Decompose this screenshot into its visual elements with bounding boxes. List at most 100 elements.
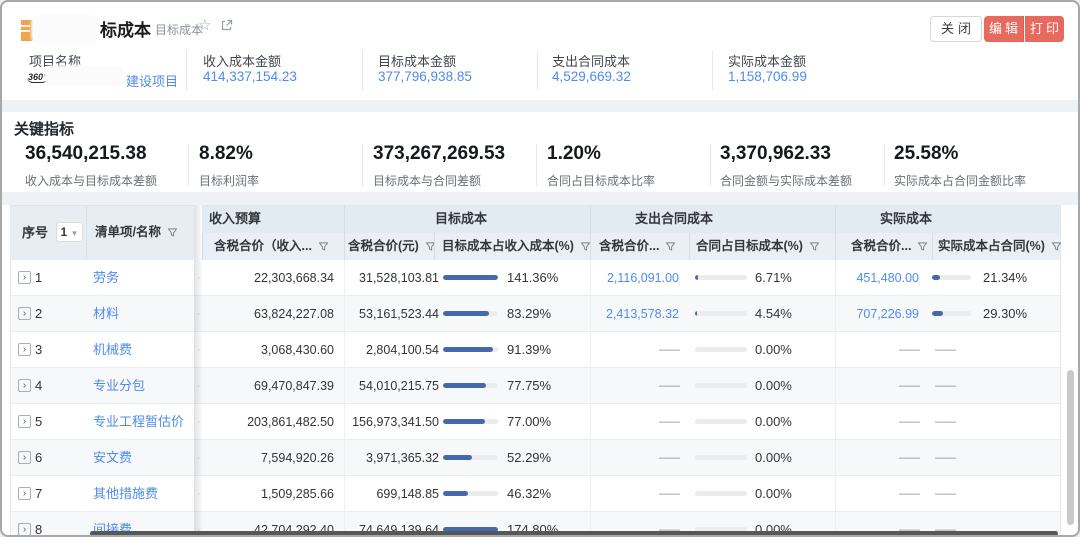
actual-cell[interactable]: —— [832,368,919,404]
col-header-actual-pct[interactable]: 实际成本占合同(%) [938,233,1062,260]
contract-cell[interactable]: —— [592,476,679,512]
row-seq: 3 [35,332,42,368]
target-cell: 699,148.85 [342,476,439,512]
stat-value: 4,529,669.32 [552,69,631,84]
close-button[interactable]: 关闭 [930,16,982,42]
edit-button[interactable]: 编辑 [984,16,1024,42]
income-cell: 3,068,430.60 [202,332,334,368]
row-expand-icon[interactable]: › [18,343,31,356]
row-expand-icon[interactable]: › [18,523,31,536]
actual-cell[interactable]: —— [832,476,919,512]
actual-pct-empty: —— [935,440,955,476]
group-header-income-budget: 收入预算 [209,205,261,233]
truncated-column-dot: · [197,332,201,368]
table-row[interactable]: › 7 其他措施费 · 1,509,285.66 699,148.85 46.3… [10,476,1060,512]
external-link-icon[interactable] [220,19,233,37]
truncated-column-dot: · [197,404,201,440]
income-cell: 63,824,227.08 [202,296,334,332]
col-header-target-pct[interactable]: 目标成本占收入成本(%) [442,233,591,260]
row-seq: 4 [35,368,42,404]
kpi-label: 合同占目标成本比率 [547,172,655,189]
filter-icon [1051,241,1062,252]
col-header-target[interactable]: 含税合价(元) [348,233,436,260]
actual-pct-empty: —— [935,368,955,404]
table-row[interactable]: › 3 机械费 · 3,068,430.60 2,804,100.54 91.3… [10,332,1060,368]
kpi-label: 目标利润率 [199,172,259,189]
table-row[interactable]: › 4 专业分包 · 69,470,847.39 54,010,215.75 7… [10,368,1060,404]
row-name-link[interactable]: 材料 [93,296,119,332]
filter-icon [318,241,329,252]
contract-cell[interactable]: —— [592,440,679,476]
row-name-link[interactable]: 专业分包 [93,368,145,404]
actual-pct-empty: —— [935,404,955,440]
section-divider [2,100,1078,112]
vertical-scrollbar-thumb[interactable] [1067,370,1074,525]
row-expand-icon[interactable]: › [18,415,31,428]
row-expand-icon[interactable]: › [18,451,31,464]
actual-cell[interactable]: 707,226.99 [832,296,919,332]
print-button[interactable]: 打印 [1025,16,1064,42]
row-name-link[interactable]: 安文费 [93,440,132,476]
contract-cell[interactable]: —— [592,332,679,368]
project-name-link[interactable]: 建设项目 [126,71,178,90]
divider [884,144,885,186]
row-seq: 2 [35,296,42,332]
col-header-contract-pct[interactable]: 合同占目标成本(%) [696,233,820,260]
actual-cell[interactable]: 451,480.00 [832,260,919,296]
contract-cell[interactable]: 2,116,091.00 [592,260,679,296]
table-row[interactable]: › 5 专业工程暂估价 · 203,861,482.50 156,973,341… [10,404,1060,440]
stat-label: 实际成本金额 [728,51,806,70]
filter-icon [917,241,928,252]
actual-cell[interactable]: —— [832,440,919,476]
divider [536,144,537,186]
row-name-link[interactable]: 劳务 [93,260,119,296]
truncated-column-dot: · [197,476,201,512]
contract-cell[interactable]: 2,413,578.32 [592,296,679,332]
income-cell: 69,470,847.39 [202,368,334,404]
actual-cell[interactable]: —— [832,404,919,440]
target-cell: 53,161,523.44 [342,296,439,332]
name-header[interactable]: 清单项/名称 [95,205,178,260]
row-expand-icon[interactable]: › [18,307,31,320]
income-cell: 1,509,285.66 [202,476,334,512]
truncated-column-dot: · [197,260,201,296]
actual-pct-empty: —— [935,476,955,512]
filter-icon [167,227,178,238]
table-row[interactable]: › 6 安文费 · 7,594,920.26 3,971,365.32 52.2… [10,440,1060,476]
target-cell: 54,010,215.75 [342,368,439,404]
row-expand-icon[interactable]: › [18,271,31,284]
row-name-link[interactable]: 其他措施费 [93,476,158,512]
row-expand-icon[interactable]: › [18,379,31,392]
kpi-heading: 关键指标 [14,118,74,139]
page-title: 标成本 [100,16,151,41]
contract-cell[interactable]: —— [592,368,679,404]
divider [710,144,711,186]
stat-label: 支出合同成本 [552,51,630,70]
divider [362,50,363,90]
actual-cell[interactable]: —— [832,332,919,368]
table-row[interactable]: › 2 材料 · 63,824,227.08 53,161,523.44 83.… [10,296,1060,332]
divider [362,144,363,186]
col-header-contract[interactable]: 含税合价... [599,233,676,260]
group-header-target-cost: 目标成本 [435,205,487,233]
contract-cell[interactable]: —— [592,404,679,440]
row-expand-icon[interactable]: › [18,487,31,500]
income-cell: 22,303,668.34 [202,260,334,296]
col-header-actual[interactable]: 含税合价... [851,233,928,260]
target-cell: 3,971,365.32 [342,440,439,476]
col-header-income[interactable]: 含税合价（收入... [214,233,329,260]
section-divider [2,192,1078,205]
row-name-link[interactable]: 机械费 [93,332,132,368]
stat-value: 1,158,706.99 [728,69,807,84]
redacted-project-name [44,65,124,86]
star-icon[interactable]: ☆ [198,16,211,34]
group-header-contract-cost: 支出合同成本 [635,205,713,233]
stat-value: 377,796,938.85 [378,69,472,84]
horizontal-scrollbar-thumb[interactable] [90,531,1058,536]
seq-level-selector[interactable]: 1 ▼ [56,222,83,242]
kpi-label: 收入成本与目标成本差额 [25,172,157,189]
target-cell: 2,804,100.54 [342,332,439,368]
row-name-link[interactable]: 专业工程暂估价 [93,404,184,440]
kpi-value: 25.58% [894,143,958,165]
table-row[interactable]: › 1 劳务 · 22,303,668.34 31,528,103.81 141… [10,260,1060,296]
